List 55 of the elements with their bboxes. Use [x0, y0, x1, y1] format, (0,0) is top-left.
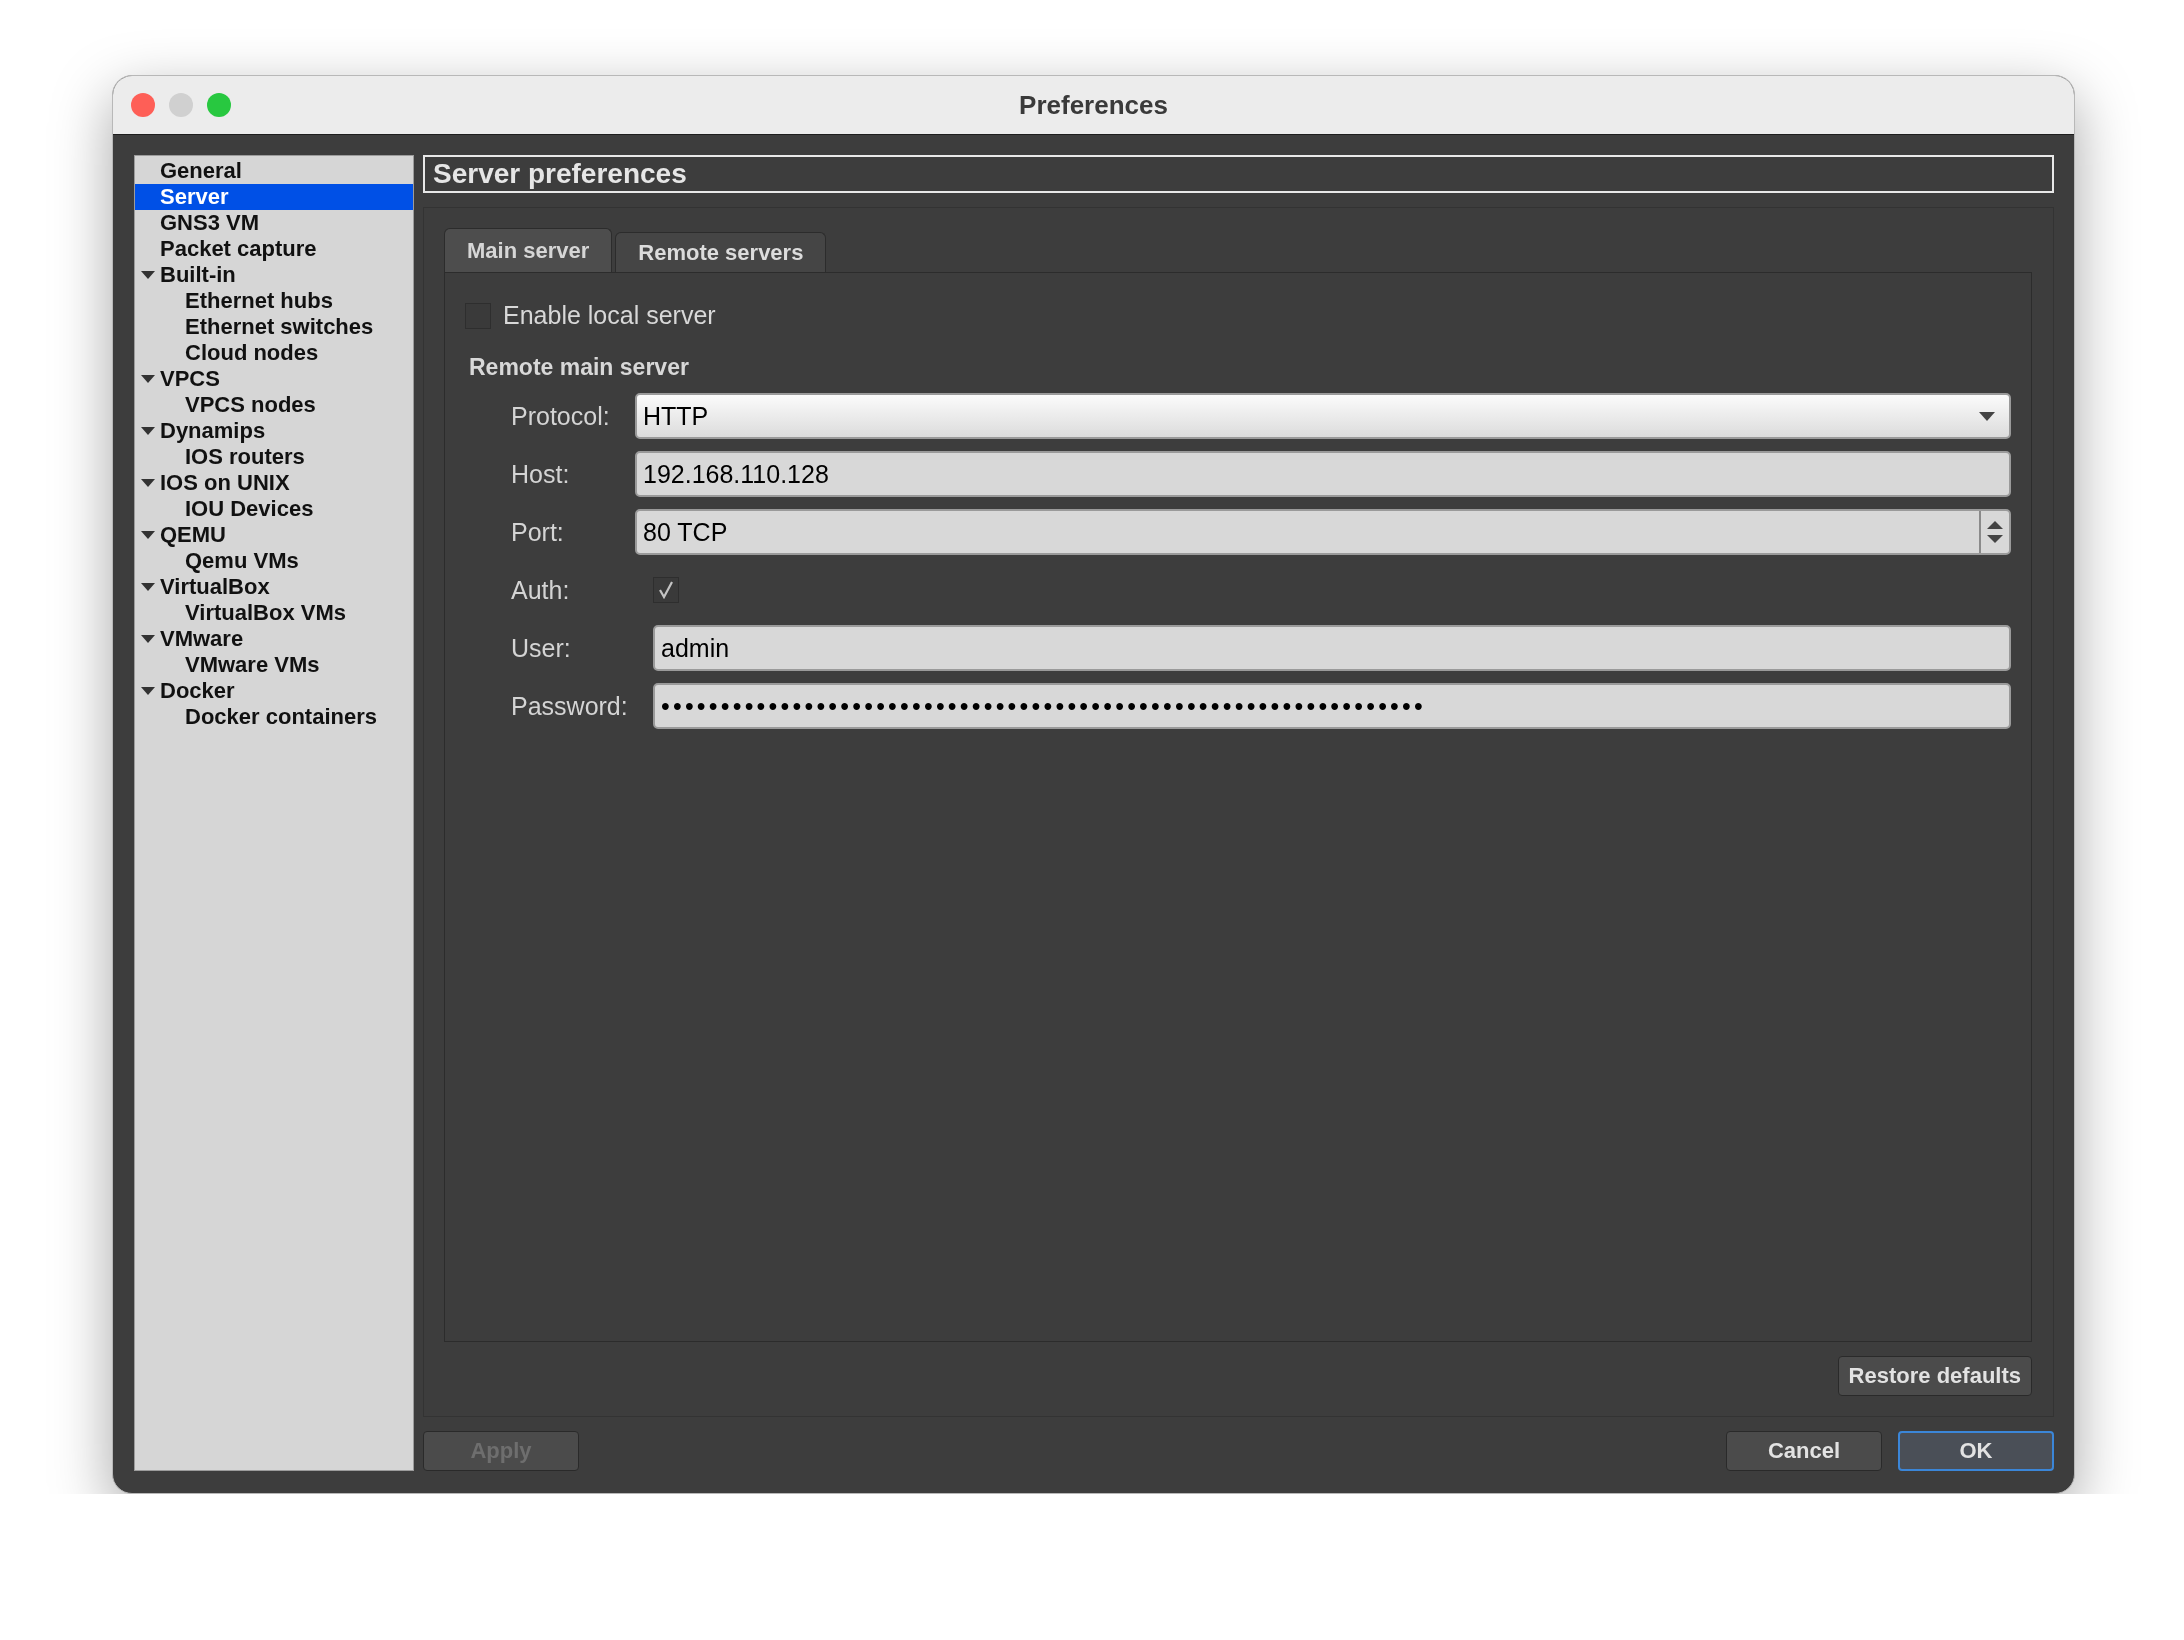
sidebar-item[interactable]: Ethernet switches — [135, 314, 413, 340]
field-label: Protocol: — [511, 401, 611, 431]
sidebar-item[interactable]: Docker containers — [135, 704, 413, 730]
field-label: Port: — [511, 517, 565, 547]
sidebar-item[interactable]: Built-in — [135, 262, 413, 288]
close-button[interactable] — [131, 93, 155, 117]
sidebar-item[interactable]: General — [135, 158, 413, 184]
tab[interactable]: Main server — [444, 228, 613, 272]
sidebar-item[interactable]: IOS on UNIX — [135, 470, 413, 496]
field-label: Password: — [511, 691, 629, 721]
checkbox-label: Enable local server — [503, 301, 716, 330]
sidebar-item[interactable]: IOS routers — [135, 444, 413, 470]
expanded-arrow-icon[interactable] — [141, 426, 155, 436]
expanded-arrow-icon[interactable] — [141, 478, 155, 488]
window-title: Preferences — [1019, 89, 1168, 121]
sidebar-item[interactable]: Docker — [135, 678, 413, 704]
sidebar-item[interactable]: IOU Devices — [135, 496, 413, 522]
sidebar-item[interactable]: Server — [135, 184, 413, 210]
field-label: Host: — [511, 459, 571, 489]
sidebar-item[interactable]: Dynamips — [135, 418, 413, 444]
restore-defaults-button[interactable]: Restore defaults — [1837, 1356, 2032, 1396]
sidebar-item[interactable]: VirtualBox — [135, 574, 413, 600]
tab[interactable]: Remote servers — [615, 232, 827, 272]
expanded-arrow-icon[interactable] — [141, 582, 155, 592]
input-field[interactable]: 192.168.110.128 — [635, 451, 2011, 497]
expanded-arrow-icon[interactable] — [141, 686, 155, 696]
sidebar-item[interactable]: VMware VMs — [135, 652, 413, 678]
dialog-button[interactable]: OK — [1898, 1431, 2054, 1471]
sidebar-item[interactable]: VPCS — [135, 366, 413, 392]
sidebar-item[interactable]: VMware — [135, 626, 413, 652]
field-label: User: — [511, 633, 572, 663]
sidebar-item[interactable]: VPCS nodes — [135, 392, 413, 418]
expanded-arrow-icon[interactable] — [141, 634, 155, 644]
sidebar-item[interactable]: Packet capture — [135, 236, 413, 262]
expanded-arrow-icon[interactable] — [141, 530, 155, 540]
section-title: Remote main server — [469, 354, 690, 381]
sidebar-item[interactable]: Ethernet hubs — [135, 288, 413, 314]
stepper-arrows-icon[interactable] — [1987, 520, 2003, 544]
input-field[interactable]: •••••••••••••••••••••••••••••••••••••••••••••••••••••••••••••••• — [653, 683, 2011, 729]
spin-box[interactable]: 80 TCP — [635, 509, 2011, 555]
checkmark-icon — [658, 581, 674, 599]
sidebar-item[interactable]: VirtualBox VMs — [135, 600, 413, 626]
panel-title: Server preferences — [423, 155, 2054, 193]
field-label: Auth: — [511, 575, 571, 605]
dropdown[interactable]: HTTP — [635, 393, 2011, 439]
sidebar-item[interactable]: QEMU — [135, 522, 413, 548]
sidebar-item[interactable]: GNS3 VM — [135, 210, 413, 236]
sidebar-item[interactable]: Cloud nodes — [135, 340, 413, 366]
dropdown-arrow-icon — [1979, 411, 1995, 421]
input-field[interactable]: admin — [653, 625, 2011, 671]
checkbox[interactable] — [653, 577, 679, 603]
expanded-arrow-icon[interactable] — [141, 374, 155, 384]
sidebar-item[interactable]: Qemu VMs — [135, 548, 413, 574]
dialog-button[interactable]: Cancel — [1726, 1431, 1882, 1471]
expanded-arrow-icon[interactable] — [141, 270, 155, 280]
